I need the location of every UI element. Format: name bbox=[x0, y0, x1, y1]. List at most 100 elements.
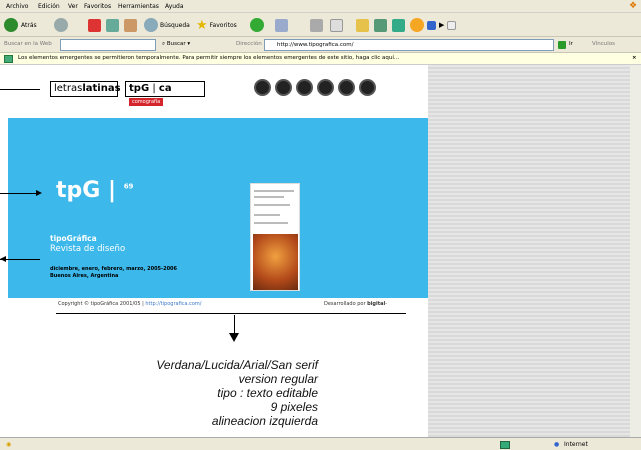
window-icon bbox=[447, 20, 457, 30]
web-search-button[interactable]: ⌕ Buscar ▾ bbox=[162, 41, 190, 48]
home-icon bbox=[124, 18, 137, 32]
close-icon[interactable]: × bbox=[632, 55, 637, 61]
links-label[interactable]: Vínculos bbox=[592, 41, 615, 47]
nav-icon-2[interactable] bbox=[275, 79, 292, 96]
developed-by-label: Desarrollado por bbox=[324, 301, 368, 307]
popup-info-bar[interactable]: Los elementos emergentes se permitieron … bbox=[0, 53, 641, 65]
logo1-part-a: letras bbox=[54, 83, 83, 94]
mail-icon bbox=[275, 18, 288, 32]
site-header: letraslatinas tpG | ca comografía bbox=[8, 65, 428, 118]
back-label: Atrás bbox=[21, 21, 37, 29]
search-label: Búsqueda bbox=[160, 21, 190, 29]
web-search-button-label: Buscar bbox=[166, 41, 186, 47]
folder-button[interactable] bbox=[356, 17, 369, 33]
annotation-pointer-line bbox=[0, 259, 40, 260]
menu-favoritos[interactable]: Favoritos bbox=[84, 3, 111, 10]
letraslatinas-logo[interactable]: letraslatinas bbox=[50, 81, 121, 97]
copyright-label: Copyright © tipoGráfica 2001/05 | bbox=[58, 301, 146, 307]
history-button[interactable] bbox=[250, 17, 264, 33]
refresh-button[interactable] bbox=[106, 17, 119, 33]
page-viewport: letraslatinas tpG | ca comografía tpG | … bbox=[0, 65, 641, 437]
copyright-link[interactable]: http://tipografica.com/ bbox=[145, 301, 201, 307]
tpg-logo[interactable]: tpG | ca comografía bbox=[125, 81, 205, 106]
research-button[interactable] bbox=[392, 17, 405, 33]
print-icon bbox=[310, 18, 323, 32]
edit-button[interactable] bbox=[330, 17, 343, 33]
nav-icon-6[interactable] bbox=[359, 79, 376, 96]
magazine-name: tipoGráfica bbox=[50, 234, 97, 243]
folder-icon bbox=[356, 18, 369, 32]
menu-ayuda[interactable]: Ayuda bbox=[165, 3, 184, 10]
issue-location: Buenos Aires, Argentina bbox=[50, 273, 119, 279]
back-button[interactable]: Atrás bbox=[4, 17, 37, 33]
site-footer: Copyright © tipoGráfica 2001/05 | http:/… bbox=[8, 298, 428, 328]
menu-ver[interactable]: Ver bbox=[68, 3, 78, 10]
messenger-icon bbox=[374, 18, 387, 32]
annotation-line: alineacion izquierda bbox=[211, 414, 318, 428]
windows-logo-icon: ❖ bbox=[629, 1, 638, 11]
nav-icon-1[interactable] bbox=[254, 79, 271, 96]
globe-icon: ● bbox=[554, 441, 560, 448]
address-bar: Buscar en la Web ⌕ Buscar ▾ Dirección ht… bbox=[0, 37, 641, 53]
cover-text-line bbox=[254, 196, 284, 198]
zone-label: Internet bbox=[564, 441, 588, 448]
star-icon: ★ bbox=[196, 17, 208, 33]
nav-icon-5[interactable] bbox=[338, 79, 355, 96]
annotation-pointer-head bbox=[36, 190, 42, 196]
hero-issue: 69 bbox=[123, 182, 134, 191]
menu-edicion[interactable]: Edición bbox=[38, 3, 60, 10]
search-icon bbox=[144, 18, 158, 32]
forward-arrow-icon bbox=[54, 18, 68, 32]
research-icon bbox=[392, 18, 405, 32]
magazine-cover-image[interactable] bbox=[250, 183, 300, 291]
magazine-subtitle: Revista de diseño bbox=[50, 244, 126, 254]
search-button[interactable]: Búsqueda bbox=[144, 17, 190, 33]
nav-icon-4[interactable] bbox=[317, 79, 334, 96]
annotation-line: Verdana/Lucida/Arial/San serif bbox=[156, 358, 318, 372]
cover-text-line bbox=[254, 222, 288, 224]
developer-brand[interactable]: bigital bbox=[367, 301, 385, 307]
media-button[interactable]: ▶ bbox=[410, 17, 457, 33]
toolbar: Atrás Búsqueda ★ Favoritos ▶ bbox=[0, 13, 641, 37]
go-label[interactable]: Ir bbox=[569, 41, 573, 47]
history-icon bbox=[250, 18, 264, 32]
go-icon[interactable] bbox=[558, 41, 566, 49]
info-bar-text: Los elementos emergentes se permitieron … bbox=[18, 55, 400, 61]
info-icon bbox=[4, 55, 13, 63]
messenger-button[interactable] bbox=[374, 17, 387, 33]
vertical-scrollbar[interactable] bbox=[630, 65, 641, 437]
favorites-label: Favoritos bbox=[209, 21, 237, 29]
home-button[interactable] bbox=[124, 17, 137, 33]
address-input[interactable]: http://www.tipografica.com/ bbox=[264, 39, 554, 51]
developed-by: Desarrollado por bigital- bbox=[324, 301, 387, 307]
favorites-button[interactable]: ★ Favoritos bbox=[196, 17, 237, 33]
annotation-arrowhead bbox=[229, 333, 239, 342]
developed-by-tail: - bbox=[385, 301, 388, 307]
stop-button[interactable] bbox=[88, 17, 101, 33]
mail-button[interactable] bbox=[275, 17, 288, 33]
forward-button[interactable] bbox=[54, 17, 68, 33]
logo2-part-a: tpG bbox=[129, 83, 150, 94]
stop-icon bbox=[88, 18, 101, 32]
security-icon bbox=[500, 441, 510, 449]
refresh-icon bbox=[106, 18, 119, 32]
cover-text-line bbox=[254, 190, 294, 192]
menu-herramientas[interactable]: Herramientas bbox=[118, 3, 159, 10]
menu-archivo[interactable]: Archivo bbox=[6, 3, 28, 10]
annotation-pointer-head bbox=[0, 256, 6, 262]
background-stripes bbox=[428, 65, 641, 437]
nav-icons bbox=[254, 79, 376, 96]
menu-bar: Archivo Edición Ver Favoritos Herramient… bbox=[0, 0, 641, 13]
nav-icon-3[interactable] bbox=[296, 79, 313, 96]
web-search-input[interactable] bbox=[60, 39, 156, 51]
footer-rule bbox=[56, 313, 406, 314]
back-arrow-icon bbox=[4, 18, 18, 32]
browser-window: Archivo Edición Ver Favoritos Herramient… bbox=[0, 0, 641, 450]
logo2-part-b: ca bbox=[158, 83, 172, 94]
address-url: http://www.tipografica.com/ bbox=[277, 42, 354, 48]
status-bar: ◉ ● Internet bbox=[0, 437, 641, 450]
annotation-line: version regular bbox=[238, 372, 318, 386]
print-button[interactable] bbox=[310, 17, 323, 33]
address-label: Dirección bbox=[236, 41, 262, 47]
page-status-icon: ◉ bbox=[6, 441, 12, 448]
